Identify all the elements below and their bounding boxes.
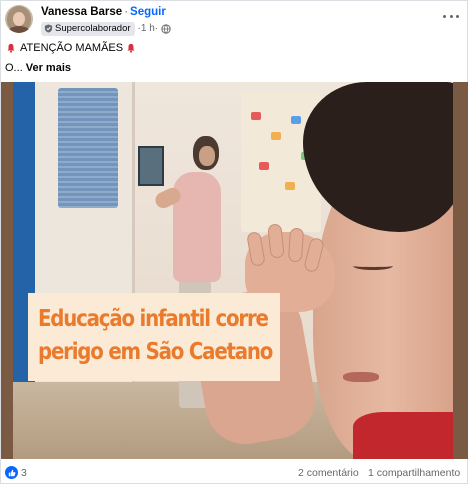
author-row: Vanessa Barse · Seguir [41,6,166,18]
bell-icon [127,43,135,53]
post-meta: Supercolaborador · 1 h · [41,21,171,36]
post-header: Vanessa Barse · Seguir Supercolaborador · … [5,5,465,36]
badge-label: Supercolaborador [55,23,131,34]
photo-woman-face [199,146,215,166]
author-name[interactable]: Vanessa Barse [41,6,122,18]
post-body-preview: O... [5,61,23,74]
caption-line: perigo em São Caetano [38,339,273,365]
follow-button[interactable]: Seguir [130,6,166,18]
photo-woman-body [173,172,221,282]
photo-wall-picture [138,146,164,186]
like-icon[interactable] [5,466,18,479]
author-avatar[interactable] [5,5,33,33]
photo-window-blind [58,88,118,208]
post-text-line: O... Ver mais [5,59,140,76]
photo-girl-mouth [343,372,379,382]
avatar-shoulder [8,26,30,33]
see-more-link[interactable]: Ver mais [26,60,71,76]
badge-icon [44,24,53,33]
post-time[interactable]: 1 h [141,23,155,34]
post-media[interactable]: Educação infantil corre perigo em São Ca… [1,82,468,459]
globe-icon[interactable] [161,23,171,34]
separator-dot: · [154,23,159,34]
reaction-count[interactable]: 3 [21,467,27,479]
post-footer: 3 2 comentário 1 compartilhamento [1,459,468,484]
more-icon[interactable] [443,11,459,21]
comments-count[interactable]: 2 comentário [298,467,359,479]
shares-count[interactable]: 1 compartilhamento [368,467,460,479]
photo-girl-finger [287,227,305,263]
photo-girl-eye [353,262,393,270]
post-card: Vanessa Barse · Seguir Supercolaborador · … [0,0,468,484]
separator-dot: · [124,6,129,18]
photo-girl-shirt [353,412,453,459]
bell-icon [7,43,15,53]
supercollaborator-badge[interactable]: Supercolaborador [41,21,135,36]
post-text: ATENÇÃO MAMÃES O... Ver mais [5,39,140,76]
avatar-face [13,12,25,26]
post-heading: ATENÇÃO MAMÃES [20,41,124,54]
caption-line: Educação infantil corre [38,306,269,332]
image-caption: Educação infantil corre perigo em São Ca… [28,293,280,381]
post-photo [13,82,453,459]
post-text-line: ATENÇÃO MAMÃES [5,39,140,56]
